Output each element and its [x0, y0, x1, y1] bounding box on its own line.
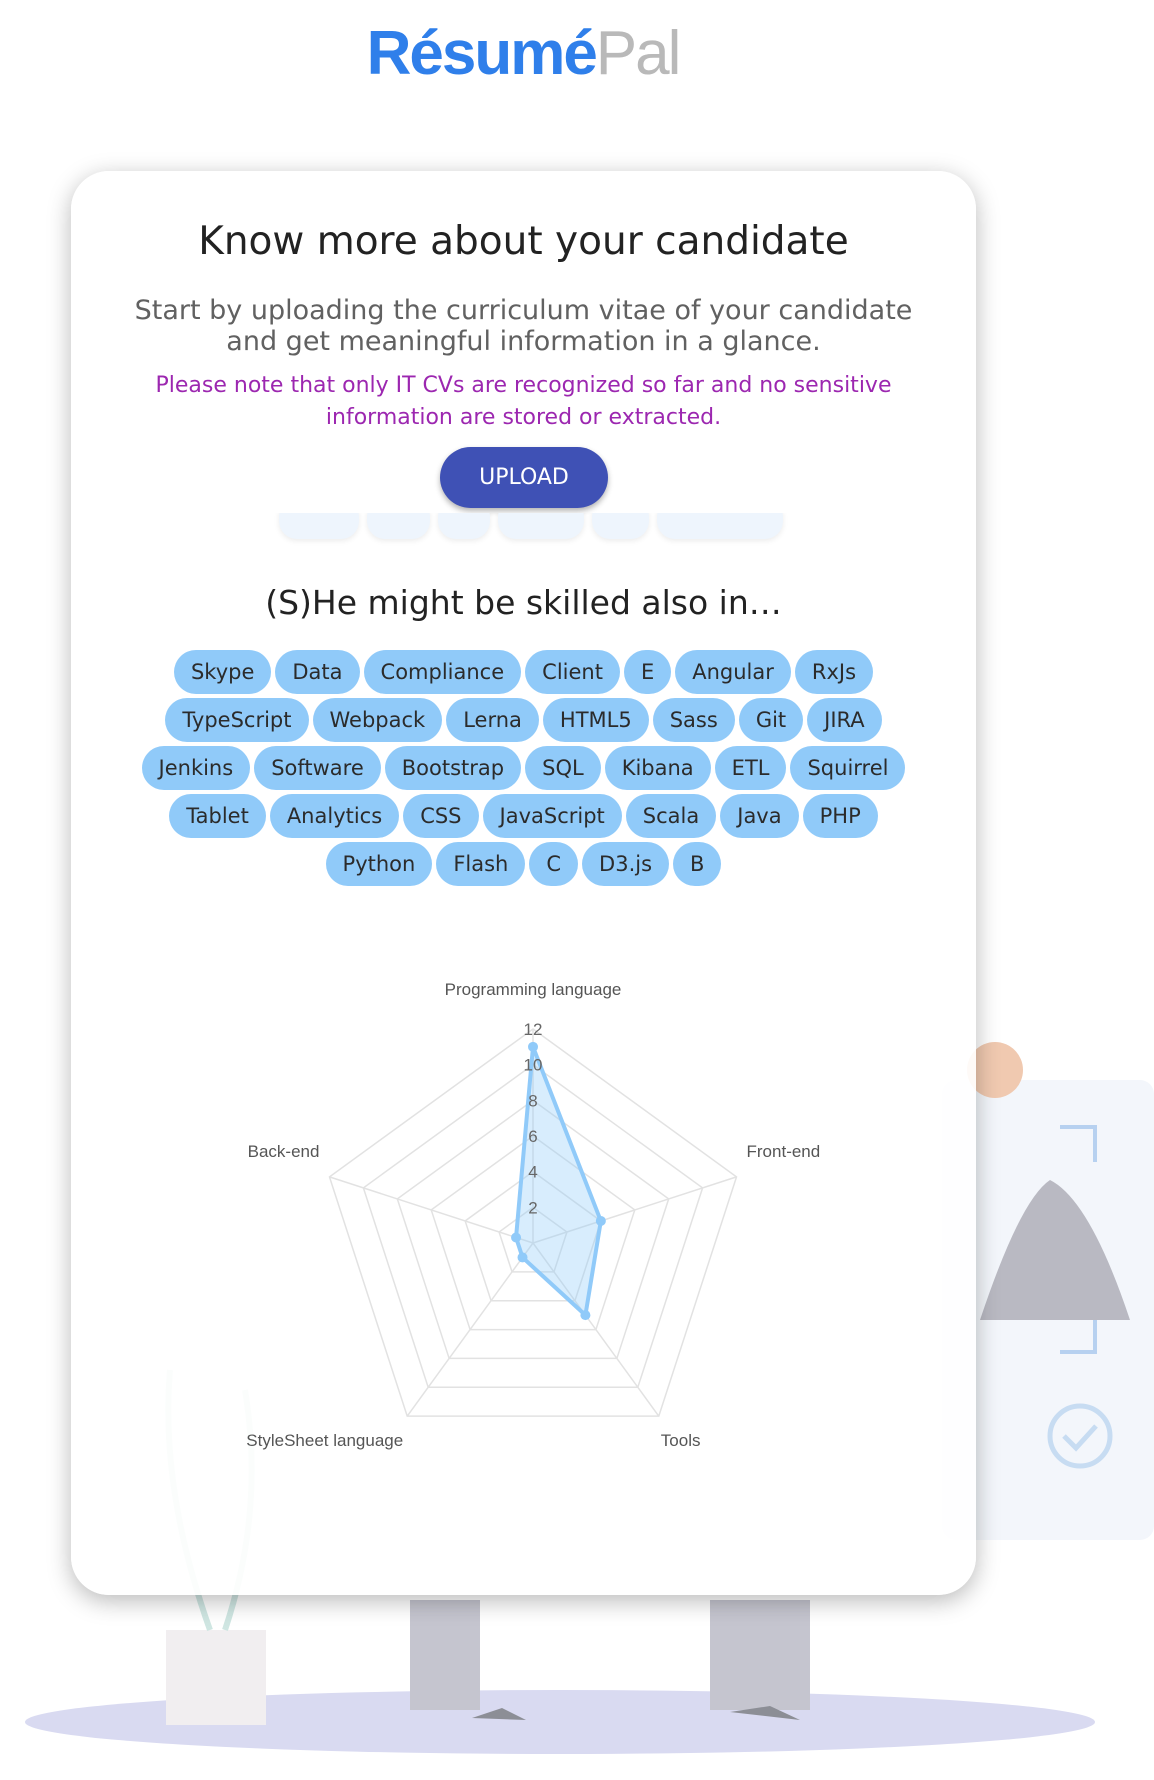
skill-chip[interactable]: PHP	[802, 794, 878, 838]
radar-axis-line	[329, 1176, 534, 1244]
skills-scroll-fade	[131, 513, 931, 549]
radar-category-label: StyleSheet language	[246, 1431, 403, 1450]
card-title: Know more about your candidate	[198, 219, 849, 264]
radar-category-label: Front-end	[747, 1142, 821, 1161]
skill-chip[interactable]: Flash	[436, 842, 526, 886]
skill-chip[interactable]: JIRA	[807, 698, 882, 742]
faded-chip	[279, 513, 360, 539]
skill-chip[interactable]: Client	[525, 650, 620, 694]
radar-category-label: Tools	[661, 1431, 701, 1450]
skill-chip[interactable]: Sass	[652, 698, 735, 742]
radar-data-point	[517, 1252, 528, 1263]
candidate-card: Know more about your candidate Start by …	[71, 171, 976, 1595]
skill-chip[interactable]: Git	[738, 698, 804, 742]
skill-chip[interactable]: TypeScript	[165, 698, 309, 742]
logo-text-secondary: Pal	[595, 19, 682, 88]
skill-chip[interactable]: Analytics	[269, 794, 400, 838]
radar-tick-label: 6	[528, 1127, 537, 1146]
skill-chip[interactable]: Bootstrap	[384, 746, 522, 790]
skill-chip[interactable]: Compliance	[363, 650, 522, 694]
skill-chip[interactable]: Angular	[675, 650, 791, 694]
faded-chip	[591, 513, 649, 539]
skill-chip[interactable]: Lerna	[446, 698, 539, 742]
radar-tick-label: 4	[528, 1163, 537, 1182]
skill-chip[interactable]: Data	[275, 650, 360, 694]
radar-data-point	[595, 1215, 606, 1226]
skills-radar-chart: 2 4 6 8 10 12 Programming language Front-end Too…	[246, 980, 821, 1450]
radar-tick-label: 2	[528, 1198, 537, 1217]
skill-chip[interactable]: HTML5	[542, 698, 649, 742]
radar-tick-label: 12	[524, 1020, 543, 1039]
skill-chip[interactable]: SQL	[525, 746, 601, 790]
faded-chip	[438, 513, 490, 539]
skill-chip[interactable]: Scala	[625, 794, 717, 838]
skill-chip[interactable]: Skype	[173, 650, 272, 694]
skill-chip[interactable]: Squirrel	[790, 746, 906, 790]
app-logo[interactable]: RésuméPal	[0, 18, 1046, 89]
upload-button[interactable]: UPLOAD	[440, 447, 608, 508]
skill-chip[interactable]: C	[529, 842, 579, 886]
skill-chip[interactable]: E	[623, 650, 672, 694]
skill-chip[interactable]: JavaScript	[482, 794, 622, 838]
skill-chip[interactable]: Jenkins	[141, 746, 251, 790]
skill-chip[interactable]: Software	[254, 746, 381, 790]
skill-chip[interactable]: RxJs	[794, 650, 874, 694]
skill-chip[interactable]: Python	[325, 842, 433, 886]
chip-row: Skype Data Compliance Client E Angular RxJs	[91, 648, 956, 696]
radar-tick-label: 10	[524, 1056, 543, 1075]
radar-data-point	[580, 1310, 591, 1321]
radar-data-point	[528, 1041, 538, 1052]
skill-chip[interactable]: Kibana	[604, 746, 711, 790]
skill-chip[interactable]: B	[673, 842, 722, 886]
card-note: Please note that only IT CVs are recogni…	[155, 373, 892, 430]
skill-chip[interactable]: Tablet	[169, 794, 266, 838]
skill-chip[interactable]: ETL	[714, 746, 787, 790]
chip-row: Jenkins Software Bootstrap SQL Kibana ETL Squi…	[91, 744, 956, 792]
chip-row: Tablet Analytics CSS JavaScript Scala Java PHP	[91, 792, 956, 840]
skill-chip[interactable]: Webpack	[312, 698, 443, 742]
faded-chip	[367, 513, 431, 539]
chip-row: Python Flash C D3.js B	[91, 840, 956, 888]
faded-chip	[497, 513, 584, 539]
skill-chip[interactable]: D3.js	[582, 842, 670, 886]
radar-data-point	[511, 1232, 522, 1243]
skill-chip[interactable]: Java	[720, 794, 799, 838]
radar-tick-label: 8	[528, 1091, 537, 1110]
chip-row: TypeScript Webpack Lerna HTML5 Sass Git JIRA	[91, 696, 956, 744]
skill-chip[interactable]: CSS	[403, 794, 479, 838]
radar-category-label: Programming language	[445, 980, 622, 999]
card-subtitle: Start by uploading the curriculum vitae …	[134, 295, 913, 357]
logo-text-primary: Résumé	[366, 19, 598, 88]
skills-section-title: (S)He might be skilled also in…	[265, 583, 782, 622]
faded-chip	[656, 513, 783, 539]
radar-category-label: Back-end	[248, 1142, 320, 1161]
skills-chip-list: Skype Data Compliance Client E Angular RxJs Ty…	[91, 648, 956, 888]
